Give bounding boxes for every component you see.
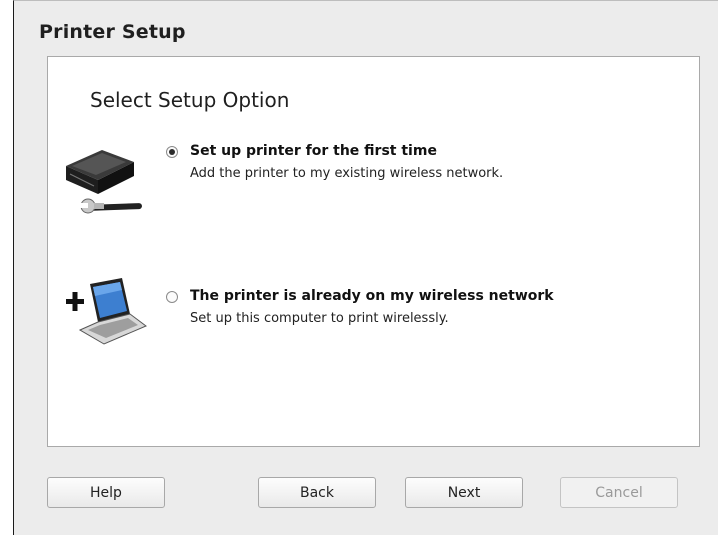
first-time-setup-title: Set up printer for the first time [190, 143, 437, 159]
setup-options-panel [47, 56, 700, 447]
already-on-network-title: The printer is already on my wireless ne… [190, 288, 554, 304]
add-laptop-icon [66, 278, 147, 345]
next-button[interactable]: Next [405, 477, 523, 508]
already-on-network-radio[interactable] [166, 291, 178, 303]
section-title: Select Setup Option [90, 88, 290, 112]
printer-wrench-icon [66, 150, 142, 214]
first-time-setup-radio[interactable] [166, 146, 178, 158]
help-button[interactable]: Help [47, 477, 165, 508]
already-on-network-description: Set up this computer to print wirelessly… [190, 311, 449, 326]
window-title: Printer Setup [39, 21, 186, 43]
cancel-button[interactable]: Cancel [560, 477, 678, 508]
first-time-setup-description: Add the printer to my existing wireless … [190, 166, 504, 181]
back-button[interactable]: Back [258, 477, 376, 508]
